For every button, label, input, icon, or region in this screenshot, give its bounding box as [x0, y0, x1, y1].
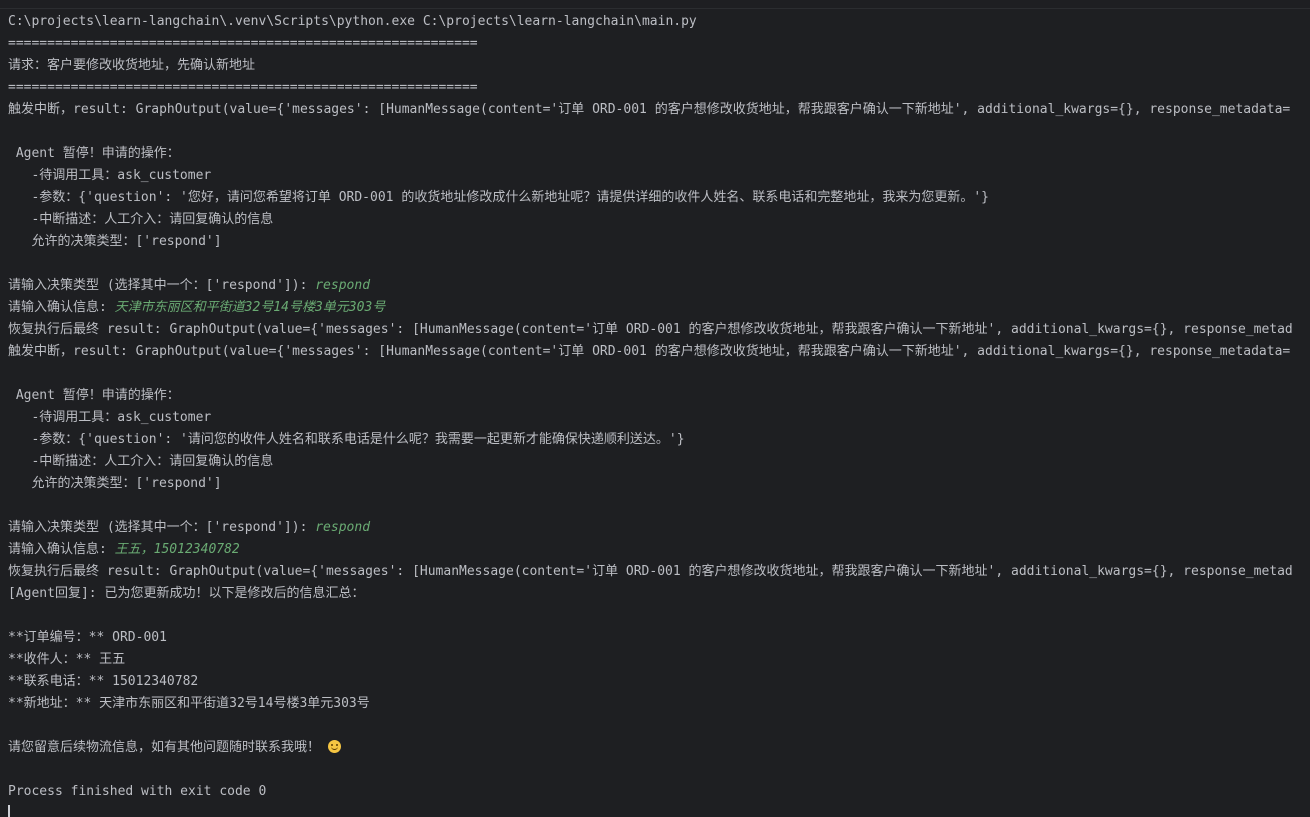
console-line-confirm-prompt: 请输入确认信息: 王五，15012340782: [8, 539, 1310, 561]
console-line-order-id: **订单编号：** ORD-001: [8, 630, 167, 645]
console-line-exit: Process finished with exit code 0: [8, 784, 267, 799]
console-line-agent-reply: [Agent回复]: 已为您更新成功！以下是修改后的信息汇总：: [8, 586, 365, 601]
console-line-interrupt: 触发中断，result: GraphOutput(value={'message…: [8, 344, 1291, 359]
console-line-args: -参数：{'question': '请问您的收件人姓名和联系电话是什么呢？我需要…: [8, 432, 685, 447]
console-line-decision-prompt: 请输入决策类型 (选择其中一个：['respond']): respond: [8, 275, 1310, 297]
confirm-input-value: 王五，15012340782: [114, 542, 240, 557]
console-line-allowed: 允许的决策类型：['respond']: [8, 234, 222, 249]
decision-input-value: respond: [315, 278, 371, 293]
console-line-tool: -待调用工具：ask_customer: [8, 410, 212, 425]
console-line-tool: -待调用工具：ask_customer: [8, 168, 212, 183]
decision-prompt-text: 请输入决策类型 (选择其中一个：['respond']):: [8, 278, 316, 293]
console-line-separator: ========================================…: [8, 80, 478, 95]
console-line-agent-paused: Agent 暂停！申请的操作：: [8, 146, 180, 161]
console-line-allowed: 允许的决策类型：['respond']: [8, 476, 222, 491]
console-line-address: **新地址：** 天津市东丽区和平街道32号14号楼3单元303号: [8, 696, 370, 711]
console-line-cursor[interactable]: [8, 803, 1310, 817]
run-console[interactable]: C:\projects\learn-langchain\.venv\Script…: [0, 0, 1310, 817]
console-line-interrupt: 触发中断，result: GraphOutput(value={'message…: [8, 102, 1291, 117]
text-cursor: [8, 805, 10, 817]
console-line-phone: **联系电话：** 15012340782: [8, 674, 199, 689]
console-line-args: -参数：{'question': '您好，请问您希望将订单 ORD-001 的收…: [8, 190, 989, 205]
console-line-confirm-prompt: 请输入确认信息: 天津市东丽区和平街道32号14号楼3单元303号: [8, 297, 1310, 319]
console-line-resume-result: 恢复执行后最终 result: GraphOutput(value={'mess…: [8, 564, 1293, 579]
console-output[interactable]: C:\projects\learn-langchain\.venv\Script…: [8, 11, 1310, 817]
confirm-input-value: 天津市东丽区和平街道32号14号楼3单元303号: [114, 300, 386, 315]
console-line-description: -中断描述：人工介入：请回复确认的信息: [8, 212, 274, 227]
console-line-agent-paused: Agent 暂停！申请的操作：: [8, 388, 180, 403]
decision-input-value: respond: [315, 520, 371, 535]
confirm-prompt-text: 请输入确认信息:: [8, 542, 115, 557]
console-line-command: C:\projects\learn-langchain\.venv\Script…: [8, 14, 697, 29]
smiling-face-icon: [327, 740, 341, 753]
console-line-separator: ========================================…: [8, 36, 478, 51]
decision-prompt-text: 请输入决策类型 (选择其中一个：['respond']):: [8, 520, 316, 535]
console-top-edge: [0, 0, 1310, 9]
console-line-description: -中断描述：人工介入：请回复确认的信息: [8, 454, 274, 469]
console-line-request: 请求：客户要修改收货地址，先确认新地址: [8, 58, 256, 73]
console-line-closing: 请您留意后续物流信息，如有其他问题随时联系我哦！: [8, 737, 1310, 759]
console-line-resume-result: 恢复执行后最终 result: GraphOutput(value={'mess…: [8, 322, 1293, 337]
console-line-recipient: **收件人：** 王五: [8, 652, 126, 667]
confirm-prompt-text: 请输入确认信息:: [8, 300, 115, 315]
console-line-decision-prompt: 请输入决策类型 (选择其中一个：['respond']): respond: [8, 517, 1310, 539]
closing-text: 请您留意后续物流信息，如有其他问题随时联系我哦！: [8, 740, 321, 755]
